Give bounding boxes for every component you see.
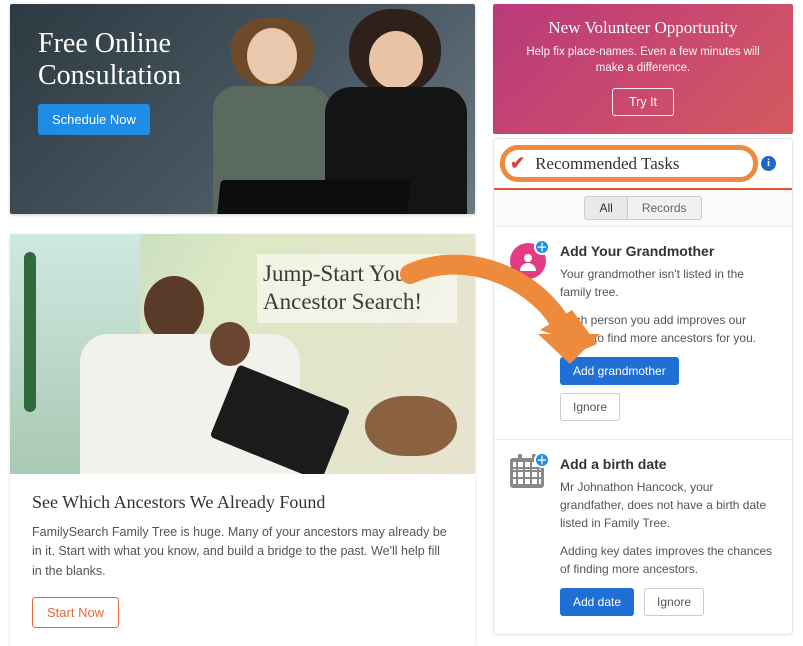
- add-grandmother-button[interactable]: Add grandmother: [560, 357, 679, 385]
- plus-badge-icon: ＋: [534, 239, 550, 255]
- schedule-now-button[interactable]: Schedule Now: [38, 104, 150, 135]
- task-title: Add a birth date: [560, 456, 776, 472]
- jumpstart-description: FamilySearch Family Tree is huge. Many o…: [32, 523, 453, 581]
- tasks-tabs: All Records: [494, 188, 792, 226]
- start-now-button[interactable]: Start Now: [32, 597, 119, 628]
- recommended-tasks-title: Recommended Tasks: [535, 154, 751, 174]
- add-date-button[interactable]: Add date: [560, 588, 634, 616]
- ignore-button[interactable]: Ignore: [560, 393, 620, 421]
- check-icon: ✔: [510, 153, 525, 174]
- task-text-1: Your grandmother isn't listed in the fam…: [560, 265, 776, 301]
- ignore-button[interactable]: Ignore: [644, 588, 704, 616]
- task-text-2: Adding key dates improves the chances of…: [560, 542, 776, 578]
- task-item-add-grandmother: ＋ Add Your Grandmother Your grandmother …: [494, 226, 792, 439]
- volunteer-title: New Volunteer Opportunity: [511, 18, 775, 38]
- jumpstart-photo: Jump-Start Your Ancestor Search!: [10, 234, 475, 474]
- tab-records[interactable]: Records: [628, 196, 702, 220]
- calendar-icon: ＋: [510, 456, 546, 492]
- task-title: Add Your Grandmother: [560, 243, 776, 259]
- jumpstart-card: Jump-Start Your Ancestor Search! See Whi…: [10, 234, 475, 646]
- consultation-title: Free Online Consultation: [38, 28, 258, 92]
- person-icon: ＋: [510, 243, 546, 279]
- plus-badge-icon: ＋: [534, 452, 550, 468]
- volunteer-subtitle: Help fix place-names. Even a few minutes…: [511, 44, 775, 76]
- task-text-1: Mr Johnathon Hancock, your grandfather, …: [560, 478, 776, 532]
- consultation-card: Free Online Consultation Schedule Now: [10, 4, 475, 214]
- info-icon[interactable]: i: [761, 156, 776, 171]
- volunteer-panel: New Volunteer Opportunity Help fix place…: [493, 4, 793, 134]
- task-item-add-birth-date: ＋ Add a birth date Mr Johnathon Hancock,…: [494, 439, 792, 634]
- recommended-tasks-panel: ✔ Recommended Tasks i All Records ＋ Add …: [493, 138, 793, 635]
- try-it-button[interactable]: Try It: [612, 88, 674, 116]
- jumpstart-heading: See Which Ancestors We Already Found: [32, 492, 453, 513]
- jumpstart-overlay-title: Jump-Start Your Ancestor Search!: [257, 254, 457, 323]
- tab-all[interactable]: All: [584, 196, 627, 220]
- task-text-2: Each person you add improves our ability…: [560, 311, 776, 347]
